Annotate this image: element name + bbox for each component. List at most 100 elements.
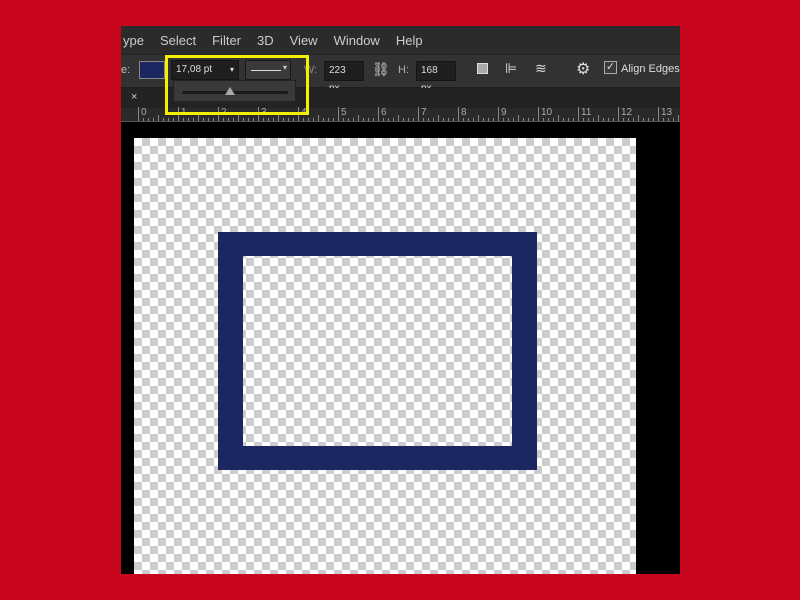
ruler-minor-tick bbox=[438, 115, 439, 121]
height-label: H: bbox=[398, 64, 409, 76]
ruler-minor-tick bbox=[603, 118, 604, 121]
ruler-minor-tick bbox=[443, 118, 444, 121]
menu-select[interactable]: Select bbox=[152, 33, 204, 48]
ruler-minor-tick bbox=[623, 118, 624, 121]
ruler-minor-tick bbox=[488, 118, 489, 121]
ruler-minor-tick bbox=[228, 118, 229, 121]
ruler-major-tick bbox=[538, 107, 539, 121]
ruler-minor-tick bbox=[403, 118, 404, 121]
ruler-minor-tick bbox=[343, 118, 344, 121]
menu-type[interactable]: ype bbox=[121, 33, 152, 48]
ruler-minor-tick bbox=[463, 118, 464, 121]
ruler-minor-tick bbox=[188, 118, 189, 121]
ruler-minor-tick bbox=[468, 118, 469, 121]
align-edges-checkbox[interactable]: ✓ bbox=[604, 61, 617, 74]
ruler-minor-tick bbox=[393, 118, 394, 121]
ruler-minor-tick bbox=[318, 115, 319, 121]
ruler-minor-tick bbox=[243, 118, 244, 121]
path-operations-icon[interactable] bbox=[477, 63, 488, 74]
menu-help[interactable]: Help bbox=[388, 33, 431, 48]
ruler-label: 9 bbox=[501, 107, 507, 118]
ruler-major-tick bbox=[138, 107, 139, 121]
menu-view[interactable]: View bbox=[282, 33, 326, 48]
ruler-minor-tick bbox=[613, 118, 614, 121]
ruler-minor-tick bbox=[283, 118, 284, 121]
ruler-major-tick bbox=[338, 107, 339, 121]
ruler-label: 0 bbox=[141, 107, 147, 118]
gear-icon[interactable]: ⚙ bbox=[576, 59, 590, 79]
fill-label: e: bbox=[121, 64, 131, 76]
ruler-minor-tick bbox=[598, 115, 599, 121]
ruler-major-tick bbox=[458, 107, 459, 121]
ruler-label: 13 bbox=[661, 107, 673, 118]
ruler-minor-tick bbox=[363, 118, 364, 121]
height-field[interactable]: 168 px bbox=[416, 61, 456, 94]
ruler-minor-tick bbox=[398, 115, 399, 121]
ruler-minor-tick bbox=[533, 118, 534, 121]
menu-filter[interactable]: Filter bbox=[204, 33, 249, 48]
path-arrangement-icon[interactable]: ≋ bbox=[535, 60, 547, 77]
ruler-minor-tick bbox=[173, 118, 174, 121]
ruler-minor-tick bbox=[503, 118, 504, 121]
ruler-minor-tick bbox=[328, 118, 329, 121]
ruler-label: 11 bbox=[581, 107, 592, 118]
ruler-minor-tick bbox=[568, 118, 569, 121]
ruler-minor-tick bbox=[303, 118, 304, 121]
ruler-minor-tick bbox=[453, 118, 454, 121]
ruler-minor-tick bbox=[608, 118, 609, 121]
rectangle-shape[interactable] bbox=[218, 232, 537, 470]
ruler-minor-tick bbox=[223, 118, 224, 121]
ruler-minor-tick bbox=[673, 118, 674, 121]
ruler-minor-tick bbox=[638, 115, 639, 121]
ruler-minor-tick bbox=[293, 118, 294, 121]
ruler-label: 6 bbox=[381, 107, 387, 118]
ruler-minor-tick bbox=[323, 118, 324, 121]
ruler-minor-tick bbox=[528, 118, 529, 121]
ruler-minor-tick bbox=[263, 118, 264, 121]
ruler-label: 8 bbox=[461, 107, 467, 118]
ruler-minor-tick bbox=[183, 118, 184, 121]
ruler-minor-tick bbox=[143, 118, 144, 121]
ruler-minor-tick bbox=[213, 118, 214, 121]
ruler-minor-tick bbox=[198, 115, 199, 121]
ruler-minor-tick bbox=[208, 118, 209, 121]
ruler-minor-tick bbox=[238, 115, 239, 121]
ruler-minor-tick bbox=[473, 118, 474, 121]
ruler-minor-tick bbox=[648, 118, 649, 121]
link-icon[interactable]: ⛓ bbox=[372, 61, 390, 78]
ruler-minor-tick bbox=[653, 118, 654, 121]
ruler-label: 5 bbox=[341, 107, 347, 118]
ruler-minor-tick bbox=[193, 118, 194, 121]
ruler-minor-tick bbox=[333, 118, 334, 121]
ruler-minor-tick bbox=[668, 118, 669, 121]
ruler-minor-tick bbox=[563, 118, 564, 121]
ruler-minor-tick bbox=[523, 118, 524, 121]
ruler-minor-tick bbox=[543, 118, 544, 121]
align-edges-label: Align Edges bbox=[621, 63, 680, 75]
ruler-major-tick bbox=[498, 107, 499, 121]
menu-window[interactable]: Window bbox=[326, 33, 388, 48]
ruler-minor-tick bbox=[423, 118, 424, 121]
ruler-minor-tick bbox=[233, 118, 234, 121]
ruler-minor-tick bbox=[168, 118, 169, 121]
ruler-minor-tick bbox=[413, 118, 414, 121]
ruler-minor-tick bbox=[248, 118, 249, 121]
ruler-major-tick bbox=[378, 107, 379, 121]
width-field[interactable]: 223 px bbox=[324, 61, 364, 94]
ruler-minor-tick bbox=[273, 118, 274, 121]
menu-3d[interactable]: 3D bbox=[249, 33, 282, 48]
path-alignment-icon[interactable]: ⊫ bbox=[505, 60, 517, 77]
canvas[interactable] bbox=[134, 138, 636, 574]
ruler-minor-tick bbox=[148, 118, 149, 121]
menu-bar: ype Select Filter 3D View Window Help bbox=[121, 26, 680, 54]
ruler-minor-tick bbox=[518, 115, 519, 121]
close-tab-icon[interactable]: × bbox=[131, 91, 137, 103]
ruler-minor-tick bbox=[678, 115, 679, 121]
ruler-minor-tick bbox=[388, 118, 389, 121]
ruler-minor-tick bbox=[203, 118, 204, 121]
ruler-minor-tick bbox=[663, 118, 664, 121]
ruler-minor-tick bbox=[593, 118, 594, 121]
highlight-box bbox=[165, 55, 309, 115]
ruler-major-tick bbox=[418, 107, 419, 121]
fill-color-swatch[interactable] bbox=[139, 61, 165, 79]
